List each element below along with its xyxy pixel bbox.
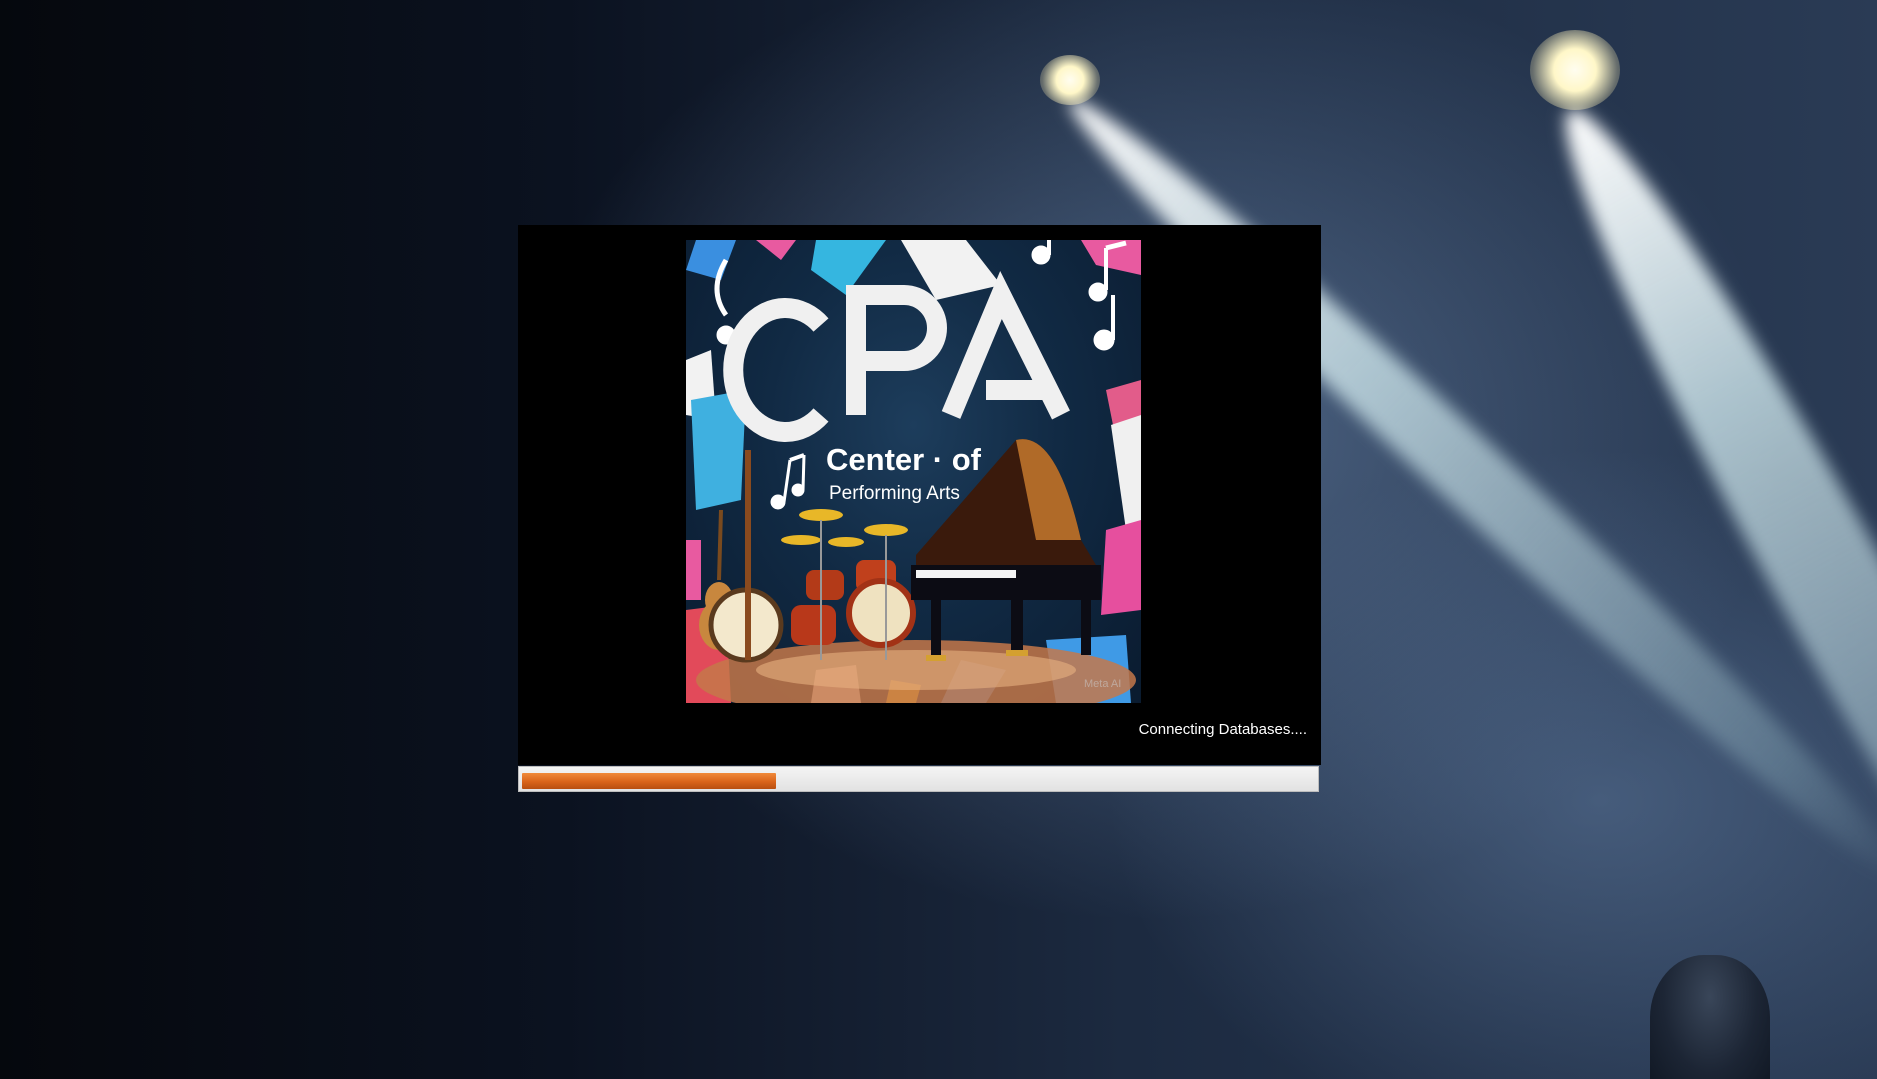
splash-screen: Center · of Performing Arts Meta AI Conn…	[518, 225, 1321, 765]
spotlight-source	[1530, 30, 1620, 110]
desktop-background: Center · of Performing Arts Meta AI Conn…	[0, 0, 1877, 1079]
loading-progress-bar	[518, 766, 1319, 792]
performer-silhouette	[1650, 955, 1770, 1079]
cpa-logo-image: Center · of Performing Arts Meta AI	[686, 240, 1141, 703]
logo-subtitle-1: Center · of	[826, 442, 982, 477]
logo-watermark: Meta AI	[1084, 678, 1121, 690]
logo-subtitle-2: Performing Arts	[829, 483, 960, 504]
cpa-logo-artwork: Center · of Performing Arts Meta AI	[686, 240, 1141, 703]
loading-progress-fill	[522, 773, 776, 789]
loading-status-text: Connecting Databases....	[1138, 721, 1307, 738]
spotlight-source	[1040, 55, 1100, 105]
